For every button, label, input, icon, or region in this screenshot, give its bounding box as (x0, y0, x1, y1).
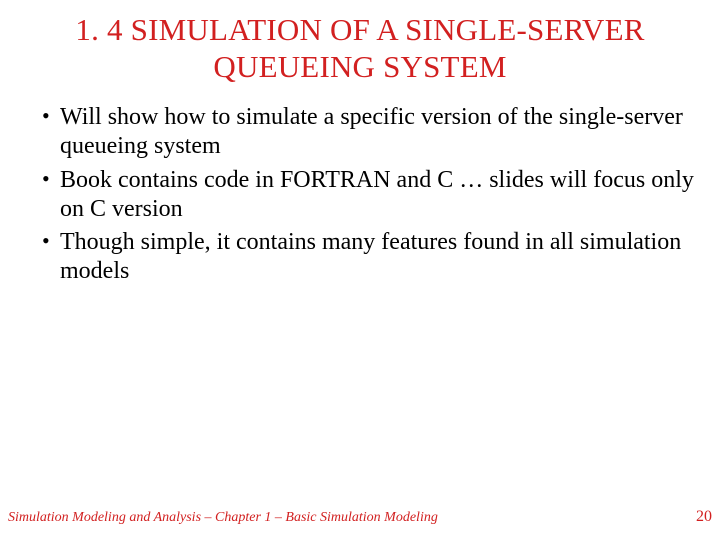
bullet-text: Book contains code in FORTRAN and C … sl… (60, 167, 694, 222)
slide-title: 1. 4 SIMULATION OF A SINGLE-SERVER QUEUE… (24, 12, 696, 85)
footer-source: Simulation Modeling and Analysis – Chapt… (8, 510, 438, 526)
slide-footer: Simulation Modeling and Analysis – Chapt… (8, 508, 712, 526)
page-number: 20 (696, 508, 712, 526)
bullet-text: Will show how to simulate a specific ver… (60, 104, 683, 159)
slide: 1. 4 SIMULATION OF A SINGLE-SERVER QUEUE… (0, 0, 720, 540)
bullet-list: Will show how to simulate a specific ver… (24, 103, 696, 287)
bullet-text: Though simple, it contains many features… (60, 229, 681, 284)
list-item: Book contains code in FORTRAN and C … sl… (42, 166, 696, 225)
list-item: Will show how to simulate a specific ver… (42, 103, 696, 162)
list-item: Though simple, it contains many features… (42, 228, 696, 287)
title-line-2: QUEUEING SYSTEM (213, 49, 506, 84)
title-line-1: 1. 4 SIMULATION OF A SINGLE-SERVER (75, 12, 644, 47)
